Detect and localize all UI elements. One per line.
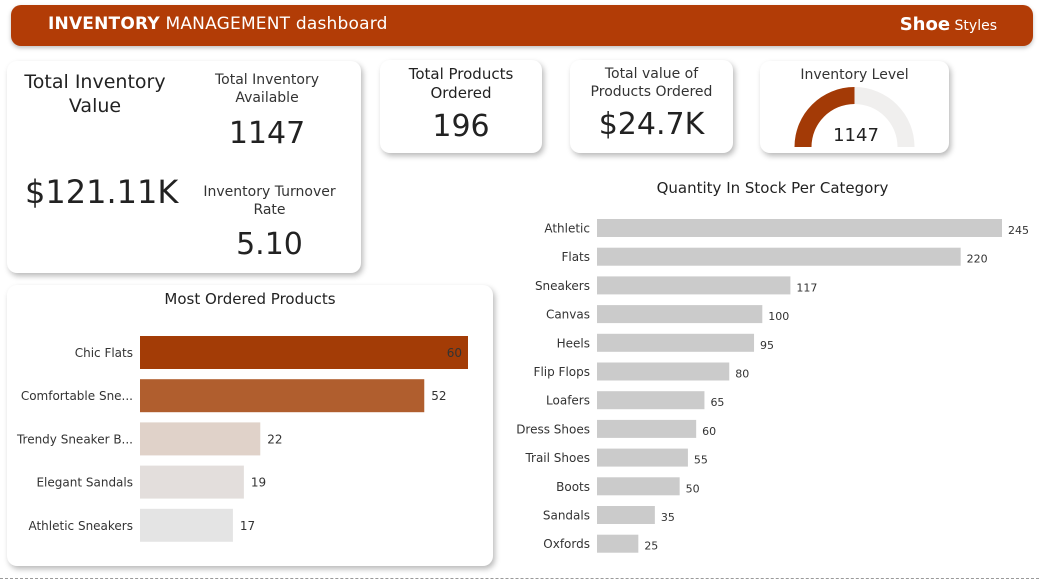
most-ordered-bar[interactable] <box>140 336 468 369</box>
total-value-ordered-label: Total value of Products Ordered <box>590 66 713 100</box>
most-ordered-value-label: 22 <box>267 432 282 446</box>
total-products-ordered-card[interactable]: Total Products Ordered 196 <box>380 60 542 153</box>
total-value-ordered-value: $24.7K <box>598 107 705 142</box>
total-inventory-value: $121.11K <box>25 173 179 211</box>
most-ordered-bar[interactable] <box>140 422 261 456</box>
stock-value-label: 50 <box>686 482 700 495</box>
total-products-ordered-label: Total Products Ordered <box>408 65 514 102</box>
stock-category-label: Flip Flops <box>534 365 590 379</box>
inventory-kpi-card[interactable]: Total Inventory Value $121.11K Total Inv… <box>7 61 361 273</box>
stock-category-label: Sandals <box>543 509 590 523</box>
most-ordered-value-label: 17 <box>240 519 255 533</box>
most-ordered-category-label: Trendy Sneaker B... <box>16 432 133 446</box>
stock-category-label: Boots <box>556 480 590 494</box>
dashboard-title: INVENTORY MANAGEMENT dashboard <box>48 14 388 34</box>
brand-bold: Shoe <box>899 14 951 35</box>
total-inventory-value-label: Total Inventory Value <box>24 71 166 117</box>
bottom-divider <box>0 578 1039 579</box>
most-ordered-chart: Chic Flats 60 Comfortable Sne... 52 Trendy S… <box>16 336 468 542</box>
total-value-ordered-card[interactable]: Total value of Products Ordered $24.7K <box>570 60 733 153</box>
most-ordered-value-label: 19 <box>251 476 266 490</box>
stock-category-label: Oxfords <box>543 537 590 551</box>
most-ordered-bar[interactable] <box>140 379 425 413</box>
most-ordered-bar[interactable] <box>140 465 244 499</box>
stock-per-category-chart: Athletic 245 Flats 220 Sneakers 117 Canvas 100 H… <box>516 219 1029 553</box>
stock-category-label: Dress Shoes <box>516 422 590 436</box>
brand-name: Shoe Styles <box>900 14 997 35</box>
stock-bar[interactable] <box>597 419 697 438</box>
stock-bar[interactable] <box>597 276 791 295</box>
stock-value-label: 220 <box>967 253 988 266</box>
most-ordered-category-label: Chic Flats <box>75 346 133 360</box>
most-ordered-category-label: Comfortable Sne... <box>21 389 133 403</box>
stock-value-label: 55 <box>694 454 708 467</box>
most-ordered-products-card[interactable]: Most Ordered Products Chic Flats 60 Comfor… <box>7 285 493 566</box>
stock-value-label: 80 <box>735 368 749 381</box>
title-rest: MANAGEMENT dashboard <box>159 14 388 34</box>
most-ordered-bar[interactable] <box>140 508 233 542</box>
stock-category-label: Canvas <box>546 308 590 322</box>
most-ordered-value-label: 60 <box>447 346 462 360</box>
stock-bar[interactable] <box>597 247 961 266</box>
stock-bar[interactable] <box>597 534 639 553</box>
inventory-level-card[interactable]: Inventory Level 1147 <box>760 61 949 153</box>
inventory-turnover-rate-value: 5.10 <box>236 227 303 262</box>
inventory-level-value: 1147 <box>833 125 879 146</box>
total-products-ordered-value: 196 <box>432 109 490 144</box>
total-inventory-available-label: Total Inventory Available <box>214 72 319 106</box>
total-inventory-available-value: 1147 <box>228 116 306 151</box>
stock-bar[interactable] <box>597 333 755 352</box>
stock-bar[interactable] <box>597 219 1002 237</box>
stock-value-label: 100 <box>768 310 789 323</box>
stock-value-label: 25 <box>644 540 658 553</box>
stock-bar[interactable] <box>597 448 688 467</box>
inventory-turnover-rate-label: Inventory Turnover Rate <box>203 184 336 218</box>
stock-bar[interactable] <box>597 305 763 324</box>
stock-bar[interactable] <box>597 391 705 410</box>
stock-category-label: Athletic <box>544 222 590 236</box>
stock-bar[interactable] <box>597 362 730 381</box>
stock-chart-title: Quantity In Stock Per Category <box>656 179 889 197</box>
most-ordered-category-label: Elegant Sandals <box>36 476 133 490</box>
stock-category-label: Flats <box>561 250 590 264</box>
stock-category-label: Heels <box>557 336 590 350</box>
dashboard-header: INVENTORY MANAGEMENT dashboard Shoe Styl… <box>11 5 1033 46</box>
most-ordered-value-label: 52 <box>431 389 446 403</box>
stock-category-label: Sneakers <box>535 279 590 293</box>
stock-value-label: 65 <box>710 396 724 409</box>
stock-value-label: 60 <box>702 425 716 438</box>
stock-value-label: 95 <box>760 339 774 352</box>
brand-rest: Styles <box>950 18 997 34</box>
most-ordered-category-label: Athletic Sneakers <box>28 519 133 533</box>
stock-category-label: Trail Shoes <box>524 451 590 465</box>
title-bold: INVENTORY <box>48 14 160 34</box>
stock-bar[interactable] <box>597 477 680 496</box>
stock-bar[interactable] <box>597 506 655 524</box>
stock-value-label: 35 <box>661 511 675 524</box>
stock-value-label: 245 <box>1008 224 1029 237</box>
stock-category-label: Loafers <box>546 394 590 408</box>
stock-value-label: 117 <box>796 281 817 294</box>
